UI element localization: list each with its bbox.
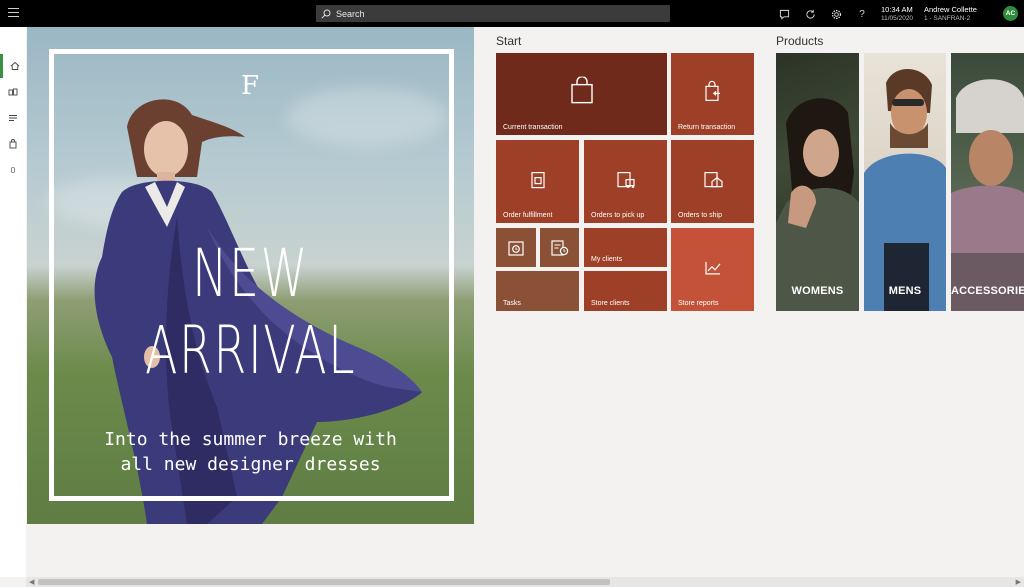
- refresh-icon[interactable]: [804, 8, 816, 20]
- order-fulfillment-icon: [530, 171, 545, 188]
- help-icon[interactable]: ?: [856, 8, 868, 20]
- rail-cart-count[interactable]: 0: [0, 158, 26, 182]
- hamburger-icon[interactable]: [8, 8, 19, 18]
- product-tile-mens[interactable]: MENS: [864, 53, 946, 311]
- product-tile-womens[interactable]: WOMENS: [776, 53, 859, 311]
- search-input[interactable]: Search: [316, 5, 670, 22]
- hero-title: NEW ARRIVAL: [144, 235, 357, 389]
- hero-banner[interactable]: F NEW ARRIVAL Into the summer breeze wit…: [27, 27, 474, 524]
- schedule-icon: [550, 239, 568, 256]
- clock: 10:34 AM 11/05/2020: [881, 5, 913, 22]
- tile-order-fulfillment[interactable]: Order fulfillment: [496, 140, 579, 223]
- time-text: 10:34 AM: [881, 5, 913, 14]
- search-icon: [321, 9, 331, 19]
- brand-logo: F: [241, 71, 260, 101]
- avatar[interactable]: AC: [1003, 6, 1018, 21]
- product-tile-accessories[interactable]: ACCESSORIES: [951, 53, 1024, 311]
- rail-list[interactable]: [0, 106, 26, 130]
- hero-subtitle-line1: Into the summer breeze with: [104, 429, 397, 450]
- start-title: Start: [496, 34, 522, 48]
- top-bar: Search ? 10:34 AM 11/05/2020 Andrew Coll…: [0, 0, 1024, 27]
- accessories-photo: [951, 79, 1024, 311]
- tile-current-transaction[interactable]: Current transaction: [496, 53, 667, 135]
- chart-icon: [704, 261, 720, 274]
- tile-label: Orders to ship: [678, 212, 722, 219]
- left-rail: 0: [0, 27, 26, 577]
- hero-subtitle: Into the summer breeze with all new desi…: [27, 427, 474, 477]
- date-text: 11/05/2020: [881, 15, 914, 22]
- hero-subtitle-line2: all new designer dresses: [120, 454, 381, 475]
- womens-photo: [776, 98, 859, 311]
- tile-label: Current transaction: [503, 124, 563, 131]
- tile-my-clients[interactable]: My clients: [584, 228, 667, 267]
- tile-schedule[interactable]: [540, 228, 579, 267]
- horizontal-scrollbar[interactable]: ◀ ▶: [26, 577, 1024, 587]
- store-name: 1 - SANFRAN-2: [924, 15, 971, 22]
- rail-products[interactable]: [0, 80, 26, 104]
- rail-home[interactable]: [0, 54, 26, 78]
- scrollbar-thumb[interactable]: [38, 579, 610, 585]
- tile-label: Return transaction: [678, 124, 736, 131]
- bag-icon: [9, 139, 17, 149]
- mens-photo: [864, 68, 946, 311]
- user-info[interactable]: Andrew Collette 1 - SANFRAN-2: [924, 5, 977, 22]
- tile-label: Store clients: [591, 300, 630, 307]
- shopping-bag-icon: [570, 76, 593, 104]
- tile-label: Tasks: [503, 300, 521, 307]
- tile-orders-to-pick-up[interactable]: Orders to pick up: [584, 140, 667, 223]
- cart-count: 0: [10, 165, 16, 175]
- tile-store-reports[interactable]: Store reports: [671, 228, 754, 311]
- list-icon: [9, 115, 17, 121]
- home-icon: [10, 61, 19, 70]
- products-title: Products: [776, 34, 824, 48]
- return-bag-icon: [704, 80, 720, 101]
- tile-label: Store reports: [678, 300, 719, 307]
- scroll-left-icon[interactable]: ◀: [29, 578, 34, 586]
- tile-label: My clients: [591, 256, 623, 263]
- settings-icon[interactable]: [830, 8, 842, 20]
- time-clock-icon: [508, 240, 524, 256]
- rail-bag[interactable]: [0, 132, 26, 156]
- tile-label: Orders to pick up: [591, 212, 645, 219]
- tile-time-clock[interactable]: [496, 228, 536, 267]
- product-label: MENS: [888, 285, 922, 297]
- user-name: Andrew Collette: [924, 5, 977, 14]
- product-label: ACCESSORIES: [951, 285, 1024, 297]
- tile-label: Order fulfillment: [503, 212, 553, 219]
- tile-return-transaction[interactable]: Return transaction: [671, 53, 754, 135]
- products-icon: [8, 88, 18, 96]
- ship-icon: [703, 171, 723, 187]
- tile-store-clients[interactable]: Store clients: [584, 271, 667, 311]
- product-label: WOMENS: [791, 285, 844, 297]
- tile-orders-to-ship[interactable]: Orders to ship: [671, 140, 754, 223]
- search-placeholder: Search: [336, 8, 365, 19]
- chat-icon[interactable]: [778, 8, 790, 20]
- pickup-icon: [616, 171, 635, 188]
- tile-tasks[interactable]: Tasks: [496, 271, 579, 311]
- scroll-right-icon[interactable]: ▶: [1016, 578, 1021, 586]
